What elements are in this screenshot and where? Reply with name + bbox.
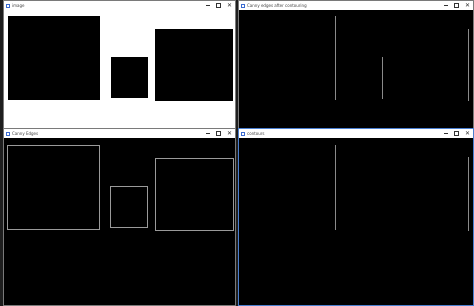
- minimize-button[interactable]: [202, 129, 213, 138]
- minimize-icon: [443, 5, 448, 6]
- small-square: [111, 57, 148, 98]
- window-title: image: [12, 3, 25, 8]
- app-icon: [6, 131, 10, 136]
- maximize-icon: [216, 3, 221, 8]
- minimize-icon: [205, 5, 210, 6]
- canny-after-canvas: [239, 10, 473, 130]
- maximize-button[interactable]: [451, 1, 462, 10]
- window-contours[interactable]: contours ✕: [238, 128, 474, 306]
- close-icon: ✕: [226, 2, 233, 9]
- minimize-icon: [205, 133, 210, 134]
- titlebar[interactable]: image ✕: [4, 1, 235, 10]
- maximize-icon: [454, 3, 459, 8]
- close-icon: ✕: [226, 130, 233, 137]
- maximize-button[interactable]: [213, 1, 224, 10]
- minimize-button[interactable]: [202, 1, 213, 10]
- large-square-outline: [7, 145, 100, 230]
- window-title: Canny Edges: [12, 131, 39, 136]
- app-icon: [241, 131, 245, 136]
- close-button[interactable]: ✕: [462, 129, 473, 138]
- large-square: [8, 16, 100, 100]
- edge-line: [335, 16, 336, 100]
- contour-line: [468, 157, 469, 231]
- close-icon: ✕: [464, 2, 471, 9]
- medium-square-outline: [155, 158, 234, 231]
- contour-line: [335, 145, 336, 230]
- titlebar[interactable]: contours ✕: [239, 129, 473, 138]
- minimize-icon: [443, 133, 448, 134]
- maximize-button[interactable]: [213, 129, 224, 138]
- maximize-button[interactable]: [451, 129, 462, 138]
- image-canvas: [4, 10, 235, 130]
- canny-edges-canvas: [4, 138, 235, 305]
- minimize-button[interactable]: [440, 1, 451, 10]
- window-title: Canny edges after contouring: [247, 3, 307, 8]
- window-controls: ✕: [202, 1, 235, 10]
- app-icon: [241, 3, 245, 8]
- desktop: image ✕ Canny edges after contouring ✕ C…: [0, 0, 474, 306]
- edge-line: [468, 29, 469, 101]
- close-button[interactable]: ✕: [224, 129, 235, 138]
- window-controls: ✕: [440, 129, 473, 138]
- window-canny-edges[interactable]: Canny Edges ✕: [3, 128, 236, 306]
- medium-square: [155, 29, 233, 101]
- contours-canvas: [239, 138, 473, 305]
- minimize-button[interactable]: [440, 129, 451, 138]
- window-controls: ✕: [202, 129, 235, 138]
- app-icon: [6, 3, 10, 8]
- window-controls: ✕: [440, 1, 473, 10]
- window-canny-after-contouring[interactable]: Canny edges after contouring ✕: [238, 0, 474, 131]
- small-square-outline: [110, 186, 148, 228]
- edge-line: [382, 57, 383, 99]
- maximize-icon: [454, 131, 459, 136]
- window-image[interactable]: image ✕: [3, 0, 236, 131]
- close-button[interactable]: ✕: [224, 1, 235, 10]
- close-button[interactable]: ✕: [462, 1, 473, 10]
- window-title: contours: [247, 131, 265, 136]
- maximize-icon: [216, 131, 221, 136]
- close-icon: ✕: [464, 130, 471, 137]
- titlebar[interactable]: Canny Edges ✕: [4, 129, 235, 138]
- titlebar[interactable]: Canny edges after contouring ✕: [239, 1, 473, 10]
